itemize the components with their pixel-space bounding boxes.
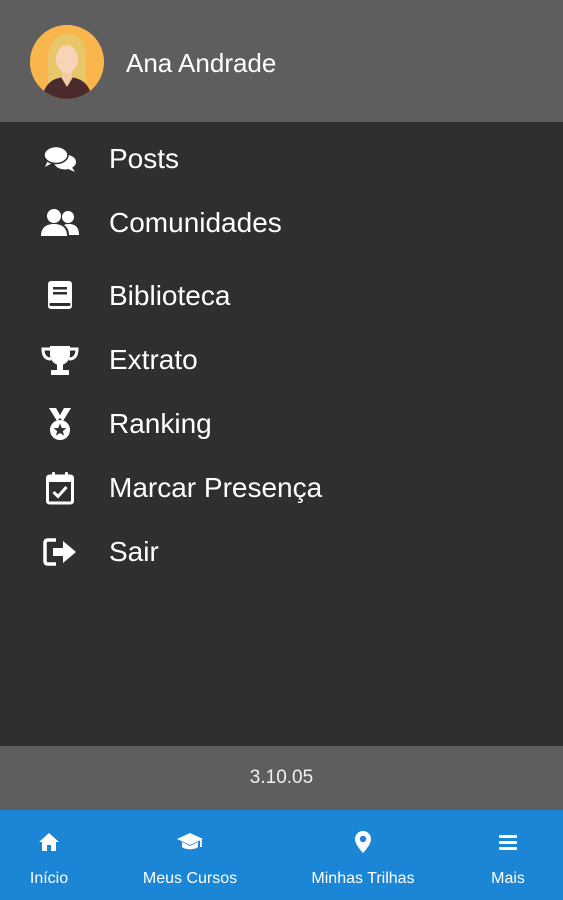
- nav-label: Meus Cursos: [142, 870, 238, 887]
- home-icon: [35, 828, 63, 856]
- nav-label: Mais: [491, 870, 525, 887]
- profile-header: Ana Andrade: [0, 0, 563, 122]
- side-menu: Posts Comunidades Biblioteca Extrato Ran…: [0, 122, 563, 746]
- bottom-navigation: Início Meus Cursos Minhas Trilhas Mais: [0, 810, 563, 900]
- menu-item-label: Biblioteca: [109, 280, 231, 311]
- menu-bars-icon: [494, 828, 522, 856]
- menu-item-posts[interactable]: Posts: [0, 130, 563, 186]
- menu-item-sair[interactable]: Sair: [0, 523, 563, 579]
- user-name: Ana Andrade: [126, 48, 277, 78]
- map-marker-icon: [349, 828, 377, 856]
- menu-item-comunidades[interactable]: Comunidades: [0, 194, 563, 250]
- menu-item-label: Posts: [109, 143, 180, 174]
- menu-item-label: Extrato: [109, 344, 198, 375]
- menu-item-label: Marcar Presença: [109, 472, 323, 503]
- version-bar: 3.10.05: [0, 746, 563, 810]
- menu-item-ranking[interactable]: Ranking: [0, 395, 563, 451]
- nav-item-inicio[interactable]: Início: [10, 810, 88, 900]
- menu-item-label: Sair: [109, 536, 159, 567]
- nav-label: Início: [29, 870, 69, 887]
- medal-icon: [40, 407, 80, 441]
- nav-item-minhas-trilhas[interactable]: Minhas Trilhas: [293, 810, 433, 900]
- trophy-icon: [40, 343, 80, 377]
- graduation-cap-icon: [176, 828, 204, 856]
- users-icon: [40, 206, 80, 240]
- menu-item-extrato[interactable]: Extrato: [0, 331, 563, 387]
- avatar[interactable]: [30, 25, 104, 99]
- app-version: 3.10.05: [249, 767, 314, 788]
- menu-item-label: Ranking: [109, 408, 212, 439]
- user-avatar-icon: [30, 25, 104, 99]
- nav-label: Minhas Trilhas: [311, 870, 415, 887]
- menu-item-label: Comunidades: [109, 207, 282, 238]
- nav-item-mais[interactable]: Mais: [476, 810, 540, 900]
- calendar-check-icon: [40, 471, 80, 505]
- book-icon: [40, 279, 80, 313]
- menu-item-biblioteca[interactable]: Biblioteca: [0, 267, 563, 323]
- menu-item-marcar-presenca[interactable]: Marcar Presença: [0, 459, 563, 515]
- comments-icon: [40, 142, 80, 176]
- nav-item-meus-cursos[interactable]: Meus Cursos: [125, 810, 255, 900]
- sign-out-icon: [40, 535, 80, 569]
